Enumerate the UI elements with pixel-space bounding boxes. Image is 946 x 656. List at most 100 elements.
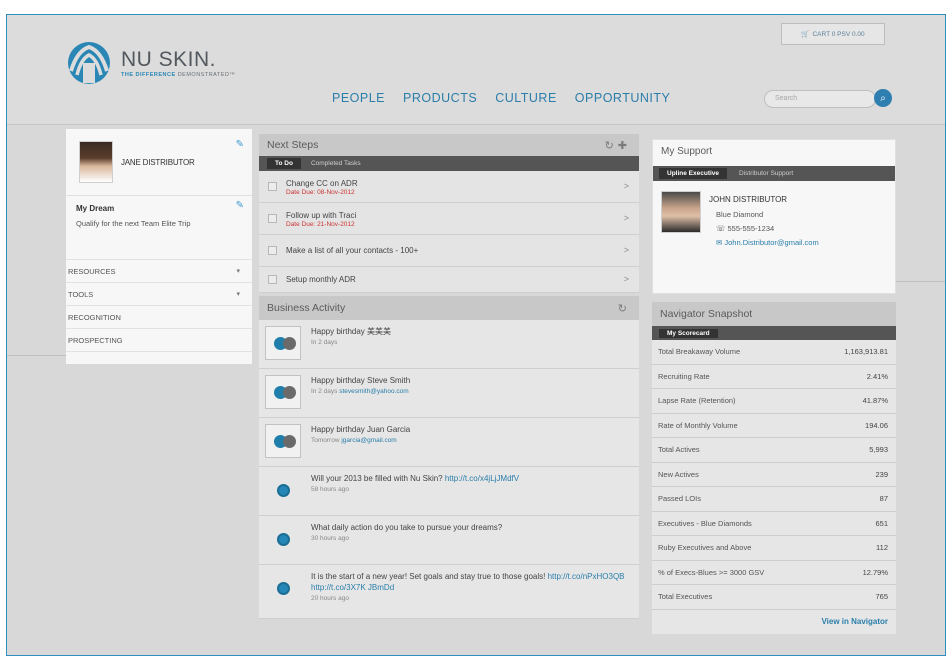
sidebar-item-prospecting[interactable]: PROSPECTING [66, 329, 252, 352]
nav-culture[interactable]: CULTURE [495, 91, 557, 105]
scorecard-row: Executives - Blue Diamonds 651 [652, 511, 896, 536]
scorecard-label: Rate of Monthly Volume [658, 420, 738, 430]
support-contact: JOHN DISTRIBUTOR Blue Diamond ☏ 555-555-… [653, 181, 895, 252]
page-frame: NU SKIN. THE DIFFERENCE DEMONSTRATED™ 🛒 … [6, 14, 946, 656]
task-text: Change CC on ADR [286, 178, 358, 188]
navigator-snapshot-title: Navigator Snapshot [660, 308, 753, 320]
support-email[interactable]: John.Distributor@gmail.com [724, 238, 818, 247]
activity-email-link[interactable]: stevesmith@yahoo.com [339, 388, 408, 395]
nav-people[interactable]: PEOPLE [332, 91, 385, 105]
sidebar-item-tools[interactable]: TOOLS ▾ [66, 283, 252, 306]
divider [890, 281, 945, 282]
scorecard-label: Total Actives [658, 445, 700, 455]
phone-icon: ☏ [716, 224, 726, 233]
task-text: Make a list of all your contacts - 100+ [286, 246, 419, 255]
scorecard-value: 194.06 [865, 420, 888, 430]
cart-icon: 🛒 [801, 31, 810, 38]
mail-icon: ✉ [716, 238, 723, 247]
activity-email-link[interactable]: jgarcia@gmail.com [341, 437, 396, 444]
chevron-right-icon: > [623, 213, 629, 223]
search-input[interactable]: Search [764, 90, 876, 108]
task-checkbox[interactable] [268, 182, 277, 191]
activity-item[interactable]: Will your 2013 be filled with Nu Skin? h… [259, 467, 639, 516]
tab-todo[interactable]: To Do [267, 158, 301, 169]
scorecard-tabs: My Scorecard [652, 326, 896, 340]
scorecard-label: Recruiting Rate [658, 371, 710, 381]
nuskin-logo[interactable]: NU SKIN. THE DIFFERENCE DEMONSTRATED™ [63, 41, 235, 85]
nuskin-globe-icon [265, 522, 301, 556]
chevron-down-icon: ▾ [236, 268, 240, 275]
nuskin-globe-icon [265, 571, 301, 605]
avatar[interactable] [79, 141, 113, 183]
activity-time: 30 hours ago [311, 535, 349, 542]
activity-column: Next Steps ↻✚ To Do Completed Tasks Chan… [259, 134, 639, 655]
activity-text: Happy birthday Steve Smith [311, 376, 411, 385]
support-phone-row: ☏ 555-555-1234 [716, 224, 819, 233]
edit-icon[interactable]: ✎ [236, 200, 244, 211]
business-activity-header: Business Activity ↻ [259, 296, 639, 320]
scorecard-value: 112 [876, 543, 888, 553]
sidebar-item-resources[interactable]: RESOURCES ▾ [66, 260, 252, 283]
cart-label: CART 0 PSV 0.00 [812, 30, 865, 38]
support-name: JOHN DISTRIBUTOR [709, 195, 788, 204]
right-column: My Support Upline Executive Distributor … [652, 139, 896, 634]
scorecard-value: 239 [875, 469, 888, 479]
sidebar-item-recognition[interactable]: RECOGNITION [66, 306, 252, 329]
search-icon[interactable]: ⌕ [874, 89, 892, 107]
nav-opportunity[interactable]: OPPORTUNITY [575, 91, 671, 105]
activity-link[interactable]: http://t.co/x4jLjJMdfV [445, 474, 519, 483]
navigator-snapshot-panel: Navigator Snapshot My Scorecard Total Br… [652, 302, 896, 634]
task-item[interactable]: Setup monthly ADR > [259, 267, 639, 293]
activity-meta: Tomorrow jgarcia@gmail.com [311, 437, 410, 444]
task-due: Date Due: 08-Nov-2012 [286, 188, 355, 196]
task-item[interactable]: Change CC on ADR Date Due: 08-Nov-2012 > [259, 171, 639, 203]
scorecard-label: Ruby Executives and Above [658, 543, 752, 553]
scorecard-row: Passed LOIs 87 [652, 487, 896, 512]
tab-my-scorecard[interactable]: My Scorecard [659, 328, 718, 338]
my-support-panel: My Support Upline Executive Distributor … [652, 139, 896, 294]
activity-item[interactable]: It is the start of a new year! Set goals… [259, 565, 639, 619]
support-email-row[interactable]: ✉ John.Distributor@gmail.com [716, 238, 819, 247]
chevron-right-icon: > [623, 245, 629, 255]
tab-distributor-support[interactable]: Distributor Support [731, 168, 801, 179]
add-icon[interactable]: ✚ [618, 140, 631, 152]
activity-meta: In 2 days stevesmith@yahoo.com [311, 388, 410, 395]
scorecard-label: Lapse Rate (Retention) [658, 396, 736, 406]
activity-text: Happy birthday Juan Garcia [311, 425, 411, 434]
next-steps-title: Next Steps [267, 139, 319, 151]
dream-text: Qualify for the next Team Elite Trip [76, 219, 191, 228]
support-phone: 555-555-1234 [727, 224, 775, 233]
sidebar-item-label: RECOGNITION [68, 312, 121, 322]
activity-item[interactable]: Happy birthday Steve Smith In 2 days stev… [259, 369, 639, 418]
activity-time: 20 hours ago [311, 595, 349, 602]
refresh-icon[interactable]: ↻ [605, 140, 618, 152]
nav-products[interactable]: PRODUCTS [403, 91, 477, 105]
tab-completed[interactable]: Completed Tasks [303, 158, 369, 169]
sidebar-item-label: TOOLS [68, 289, 94, 299]
logo-wordmark: NU SKIN. THE DIFFERENCE DEMONSTRATED™ [121, 48, 236, 78]
task-checkbox[interactable] [268, 275, 277, 284]
avatar[interactable] [661, 191, 701, 233]
brand-tagline: THE DIFFERENCE DEMONSTRATED™ [121, 71, 236, 78]
task-checkbox[interactable] [268, 246, 277, 255]
support-tabs: Upline Executive Distributor Support [653, 166, 895, 181]
scorecard-row: Ruby Executives and Above 112 [652, 536, 896, 561]
view-in-navigator-link[interactable]: View in Navigator [652, 609, 896, 634]
cart-button[interactable]: 🛒 CART 0 PSV 0.00 [781, 23, 885, 45]
activity-text: It is the start of a new year! Set goals… [311, 572, 625, 592]
scorecard-row: Rate of Monthly Volume 194.06 [652, 413, 896, 438]
chevron-right-icon: > [623, 181, 629, 191]
scorecard-label: Executives - Blue Diamonds [658, 518, 752, 528]
header: NU SKIN. THE DIFFERENCE DEMONSTRATED™ 🛒 … [7, 15, 945, 125]
activity-item[interactable]: Happy birthday 美美美 In 2 days [259, 320, 639, 369]
tab-upline-executive[interactable]: Upline Executive [659, 168, 728, 179]
scorecard-row: Recruiting Rate 2.41% [652, 364, 896, 389]
task-checkbox[interactable] [268, 214, 277, 223]
edit-icon[interactable]: ✎ [236, 139, 244, 150]
activity-text: Happy birthday 美美美 [311, 327, 392, 336]
activity-item[interactable]: What daily action do you take to pursue … [259, 516, 639, 565]
refresh-icon[interactable]: ↻ [618, 302, 631, 315]
activity-item[interactable]: Happy birthday Juan Garcia Tomorrow jgarc… [259, 418, 639, 467]
task-item[interactable]: Follow up with Traci Date Due: 21-Nov-201… [259, 203, 639, 235]
task-item[interactable]: Make a list of all your contacts - 100+ … [259, 235, 639, 267]
